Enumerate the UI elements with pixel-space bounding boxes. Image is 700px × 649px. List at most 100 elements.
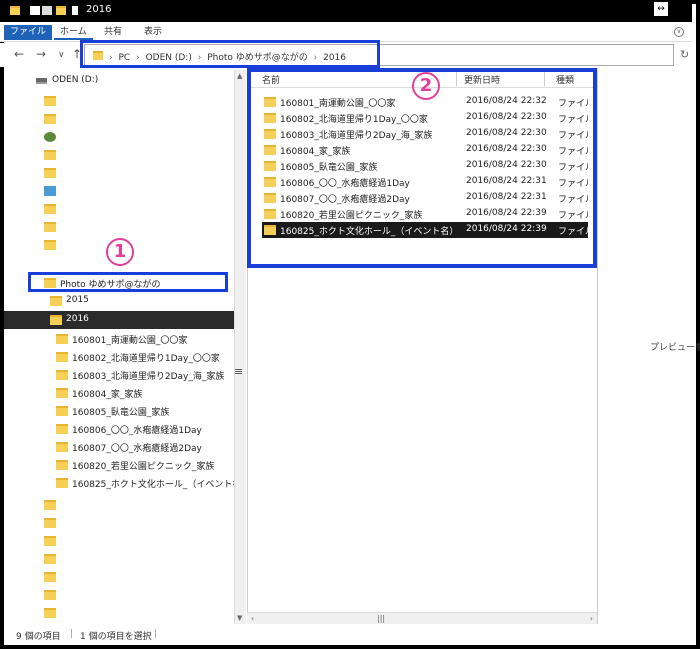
tree-label: 160805_臥竜公園_家族 xyxy=(72,408,170,418)
folder-icon xyxy=(56,406,68,416)
tree-label: 2016 xyxy=(66,314,89,324)
ribbon-expand-icon[interactable]: ∨ xyxy=(674,27,684,37)
navpane-scrollbar[interactable]: ▲ ▼ xyxy=(234,70,246,624)
folder-icon xyxy=(44,150,56,160)
tab-share[interactable]: 共有 xyxy=(98,25,128,40)
pane-splitter-handle[interactable]: ≡ xyxy=(234,365,243,378)
folder-icon xyxy=(44,536,56,546)
scroll-up-icon[interactable]: ▲ xyxy=(237,72,242,80)
folder-icon xyxy=(50,315,62,325)
tab-view[interactable]: 表示 xyxy=(138,25,168,40)
scroll-left-icon[interactable]: ‹ xyxy=(251,614,254,623)
tree-item-subfolder[interactable]: 160806_〇〇_水疱瘡経過1Day xyxy=(4,420,234,438)
folder-icon xyxy=(44,518,56,528)
folder-icon xyxy=(56,370,68,380)
tree-item[interactable] xyxy=(4,200,234,218)
annotation-circle-2: 2 xyxy=(412,72,440,100)
app-icon xyxy=(44,132,56,142)
tree-item[interactable] xyxy=(4,182,234,200)
properties-icon[interactable] xyxy=(42,6,52,15)
tree-item[interactable] xyxy=(4,164,234,182)
recent-locations-icon[interactable]: ∨ xyxy=(58,50,65,60)
tree-item[interactable] xyxy=(4,110,234,128)
navigation-pane: ODEN (D:) Photo ゆめサポ@ながの 2015 2016 16080… xyxy=(4,68,250,624)
tree-item[interactable] xyxy=(4,586,234,604)
tree-item-subfolder[interactable]: 160820_若里公園ピクニック_家族 xyxy=(4,456,234,474)
tree-item[interactable] xyxy=(4,532,234,550)
tree-item-subfolder[interactable]: 160807_〇〇_水疱瘡経過2Day xyxy=(4,438,234,456)
folder-icon xyxy=(10,6,20,15)
drive-icon xyxy=(36,78,47,84)
folder-icon xyxy=(44,204,56,214)
tree-label: 160825_ホクト文化ホール_（イベント名） xyxy=(72,480,251,490)
scroll-down-icon[interactable]: ▼ xyxy=(237,614,242,622)
tree-item[interactable] xyxy=(4,146,234,164)
tree-label: 160820_若里公園ピクニック_家族 xyxy=(72,462,215,472)
scroll-right-icon[interactable]: › xyxy=(590,614,593,623)
folder-icon xyxy=(44,608,56,618)
item-count: 9 個の項目 xyxy=(16,632,61,642)
tree-item-subfolder[interactable]: 160825_ホクト文化ホール_（イベント名） xyxy=(4,474,250,492)
back-arrow-icon[interactable]: ← xyxy=(14,47,24,61)
folder-icon xyxy=(56,478,68,488)
folder-icon xyxy=(56,424,68,434)
tree-item[interactable] xyxy=(4,550,234,568)
folder-icon xyxy=(44,114,56,124)
title-bar: 2016 ↔ xyxy=(0,0,692,22)
tree-item[interactable] xyxy=(4,514,234,532)
ribbon: ファイル ホーム 共有 表示 ∨ xyxy=(0,22,692,42)
tree-item-subfolder[interactable]: 160804_家_家族 xyxy=(4,384,234,402)
folder-icon xyxy=(44,572,56,582)
tree-item[interactable] xyxy=(4,604,234,622)
tab-home[interactable]: ホーム xyxy=(54,25,93,40)
tree-label: 160806_〇〇_水疱瘡経過1Day xyxy=(72,426,202,436)
tree-label: 160802_北海道里帰り1Day_〇〇家 xyxy=(72,354,220,364)
tree-item[interactable] xyxy=(4,92,234,110)
quick-access-icon[interactable] xyxy=(30,6,40,15)
folder-icon xyxy=(44,500,56,510)
forward-arrow-icon[interactable]: → xyxy=(36,47,46,61)
status-divider: | xyxy=(154,629,158,639)
tree-item[interactable] xyxy=(4,128,234,146)
network-icon xyxy=(44,186,56,196)
preview-message: プレビューを利 xyxy=(650,343,700,353)
horizontal-scrollbar[interactable]: ‹ ||| › xyxy=(247,612,597,624)
tree-item[interactable] xyxy=(4,568,234,586)
tree-label: ODEN (D:) xyxy=(52,75,99,85)
folder-icon xyxy=(56,352,68,362)
status-divider: | xyxy=(70,629,74,639)
tree-item-2015[interactable]: 2015 xyxy=(4,292,234,310)
folder-icon xyxy=(50,296,62,306)
folder-icon xyxy=(44,554,56,564)
tab-file[interactable]: ファイル xyxy=(4,25,53,40)
folder-icon xyxy=(56,388,68,398)
folder-icon xyxy=(44,168,56,178)
window-title: 2016 xyxy=(86,4,112,15)
status-bar: 9 個の項目 | 1 個の項目を選択 | xyxy=(4,625,692,645)
refresh-icon[interactable]: ↻ xyxy=(680,48,689,61)
resize-icon[interactable]: ↔ xyxy=(654,2,668,16)
tree-label: 2015 xyxy=(66,295,89,305)
address-highlight-box xyxy=(80,40,380,68)
tree-item-subfolder[interactable]: 160802_北海道里帰り1Day_〇〇家 xyxy=(4,348,234,366)
folder-icon xyxy=(44,222,56,232)
tree-item-subfolder[interactable]: 160801_南運動公園_〇〇家 xyxy=(4,330,234,348)
selection-count: 1 個の項目を選択 xyxy=(80,632,152,642)
tree-item-drive[interactable]: ODEN (D:) xyxy=(4,72,234,90)
tree-item-subfolder[interactable]: 160803_北海道里帰り2Day_海_家族 xyxy=(4,366,234,384)
tree-label: 160803_北海道里帰り2Day_海_家族 xyxy=(72,372,225,382)
tree-item[interactable] xyxy=(4,218,234,236)
folder-icon xyxy=(56,334,68,344)
folder-icon xyxy=(44,96,56,106)
new-folder-icon[interactable] xyxy=(56,6,66,15)
tree-label: 160807_〇〇_水疱瘡経過2Day xyxy=(72,444,202,454)
tree-item[interactable] xyxy=(4,496,234,514)
photo-folder-highlight-box xyxy=(28,272,228,292)
preview-pane: プレビューを利 xyxy=(597,68,700,624)
customize-toolbar-icon[interactable] xyxy=(72,6,78,15)
folder-icon xyxy=(44,590,56,600)
folder-icon xyxy=(56,442,68,452)
scroll-thumb-grip[interactable]: ||| xyxy=(377,614,385,623)
tree-item-2016[interactable]: 2016 xyxy=(4,311,234,329)
tree-item-subfolder[interactable]: 160805_臥竜公園_家族 xyxy=(4,402,234,420)
